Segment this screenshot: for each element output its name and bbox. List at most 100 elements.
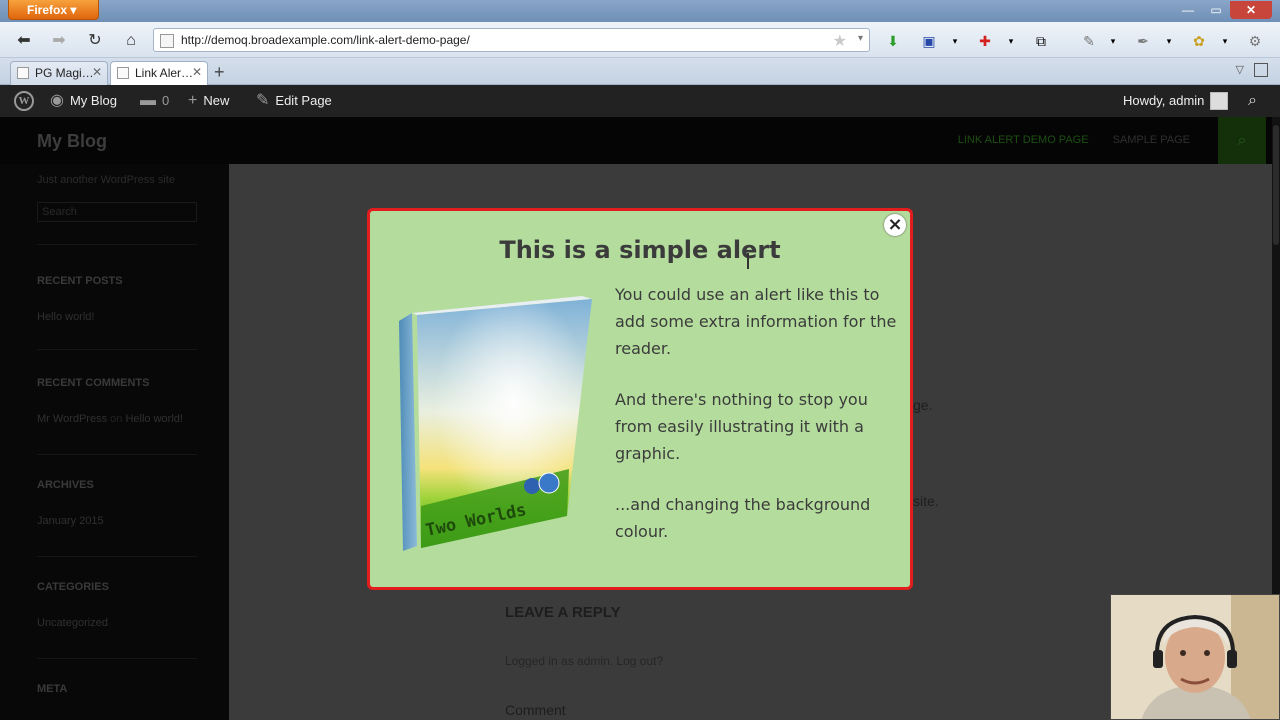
- scrollbar-thumb[interactable]: [1273, 125, 1279, 245]
- text-cursor-icon: [747, 253, 749, 269]
- sidebar: Just another WordPress site Search RECEN…: [0, 164, 229, 720]
- bookmark-star-icon[interactable]: ★: [833, 31, 847, 51]
- category-link[interactable]: Uncategorized: [37, 617, 108, 629]
- widget-divider: [37, 349, 197, 350]
- tab-link-alert[interactable]: Link Aler… ✕: [110, 61, 208, 85]
- tab-favicon-icon: [17, 67, 29, 79]
- screenshot-icon[interactable]: ⧉: [1032, 32, 1050, 50]
- forward-arrow-icon[interactable]: ➡: [48, 30, 70, 52]
- archive-link[interactable]: January 2015: [37, 515, 104, 527]
- tab-label: Link Aler…: [135, 66, 194, 80]
- extension-icon[interactable]: ✿: [1190, 32, 1208, 50]
- wp-admin-bar: W ◉ My Blog ▬ 0 + New ✎ Edit Page Howdy,…: [0, 85, 1280, 117]
- page-favicon-icon: [160, 34, 174, 48]
- list-all-tabs-icon[interactable]: ▽: [1236, 63, 1244, 76]
- adminbar-new[interactable]: + New: [188, 85, 229, 117]
- adminbar-new-label: New: [203, 93, 230, 108]
- sidebar-search-input[interactable]: Search: [37, 202, 197, 222]
- widget-divider: [37, 658, 197, 659]
- settings-gear-icon[interactable]: ⚙: [1246, 32, 1264, 50]
- adminbar-account-menu[interactable]: Howdy, admin: [1123, 85, 1229, 117]
- new-tab-plus-icon[interactable]: +: [214, 62, 225, 82]
- recent-post-link[interactable]: Hello world!: [37, 311, 94, 323]
- modal-paragraph: And there's nothing to stop you from eas…: [615, 390, 868, 463]
- comments-count: 0: [162, 93, 170, 108]
- chevron-down-icon[interactable]: ▾: [1002, 32, 1020, 50]
- adminbar-site-menu[interactable]: ◉ My Blog: [50, 85, 117, 117]
- comment-author-link[interactable]: Mr WordPress: [37, 413, 107, 425]
- widget-title-recent-comments: RECENT COMMENTS: [37, 377, 150, 389]
- content-text-fragment: ge.: [913, 397, 933, 413]
- home-icon[interactable]: ⌂: [120, 30, 142, 52]
- window-titlebar: Firefox ▾ — ▭ ✕: [0, 0, 1280, 22]
- modal-paragraph: ...and changing the background colour.: [615, 495, 871, 541]
- adminbar-edit-page[interactable]: ✎ Edit Page: [256, 85, 332, 117]
- adminbar-edit-label: Edit Page: [275, 93, 332, 108]
- comment-on-text: on: [110, 413, 123, 425]
- site-header: My Blog LINK ALERT DEMO PAGE SAMPLE PAGE…: [0, 117, 1280, 164]
- url-bar[interactable]: http://demoq.broadexample.com/link-alert…: [153, 28, 870, 52]
- site-title[interactable]: My Blog: [37, 131, 107, 152]
- firefox-menu-button[interactable]: Firefox ▾: [8, 0, 99, 20]
- modal-paragraph: You could use an alert like this to add …: [615, 285, 897, 358]
- chevron-down-icon[interactable]: ▾: [1160, 32, 1178, 50]
- firefox-menu-label: Firefox: [27, 3, 68, 17]
- reload-icon[interactable]: ↻: [84, 30, 106, 52]
- modal-title: This is a simple alert: [499, 236, 781, 264]
- widget-title-archives: ARCHIVES: [37, 479, 94, 491]
- widget-title-categories: CATEGORIES: [37, 581, 109, 593]
- adminbar-site-name: My Blog: [69, 93, 117, 108]
- url-history-dropdown-icon[interactable]: ▾: [858, 33, 863, 44]
- wordpress-logo-icon: W: [14, 91, 34, 111]
- comment-post-link[interactable]: Hello world!: [125, 413, 182, 425]
- nav-sample-page[interactable]: SAMPLE PAGE: [1113, 134, 1190, 146]
- close-tab-icon[interactable]: ✕: [92, 65, 102, 79]
- nav-link-alert-demo[interactable]: LINK ALERT DEMO PAGE: [958, 134, 1089, 146]
- maximize-button[interactable]: ▭: [1202, 1, 1230, 19]
- dashboard-icon: ◉: [50, 92, 64, 109]
- webcam-overlay: [1110, 594, 1280, 720]
- tab-label: PG Magi…: [35, 66, 94, 80]
- close-tab-icon[interactable]: ✕: [192, 65, 202, 79]
- minimize-button[interactable]: —: [1174, 1, 1202, 19]
- adminbar-search[interactable]: ⌕: [1248, 85, 1257, 117]
- primary-menu: LINK ALERT DEMO PAGE SAMPLE PAGE: [958, 134, 1190, 146]
- save-icon[interactable]: ▣: [920, 32, 938, 50]
- addon-cross-icon[interactable]: ✚: [976, 32, 994, 50]
- widget-title-recent-posts: RECENT POSTS: [37, 275, 123, 287]
- chevron-down-icon[interactable]: ▾: [946, 32, 964, 50]
- url-text: http://demoq.broadexample.com/link-alert…: [181, 33, 470, 47]
- content-text-fragment: site.: [913, 493, 939, 509]
- alert-modal: × This is a simple alert Two Worlds You …: [367, 208, 913, 590]
- pen-icon[interactable]: ✒: [1134, 32, 1152, 50]
- book-cover-image: Two Worlds: [399, 296, 592, 551]
- wp-logo-menu[interactable]: W: [14, 85, 34, 117]
- site-tagline: Just another WordPress site: [37, 174, 175, 186]
- tab-pg-magic[interactable]: PG Magi… ✕: [10, 61, 108, 85]
- tool-icon[interactable]: ✎: [1080, 32, 1098, 50]
- comment-field-label: Comment: [505, 702, 566, 718]
- leave-reply-heading: LEAVE A REPLY: [505, 604, 621, 621]
- plus-icon: +: [188, 92, 198, 109]
- adminbar-comments[interactable]: ▬ 0: [140, 85, 169, 117]
- download-icon[interactable]: ⬇: [884, 32, 902, 50]
- close-window-button[interactable]: ✕: [1230, 1, 1272, 19]
- search-toggle-icon[interactable]: ⌕: [1218, 117, 1266, 164]
- window-controls: — ▭ ✕: [1174, 1, 1272, 19]
- widget-title-meta: META: [37, 683, 68, 695]
- tab-favicon-icon: [117, 67, 129, 79]
- chevron-down-icon[interactable]: ▾: [1104, 32, 1122, 50]
- modal-body: You could use an alert like this to add …: [615, 281, 900, 569]
- tab-groups-icon[interactable]: [1254, 63, 1268, 77]
- comment-bubble-icon: ▬: [140, 92, 156, 109]
- presenter-webcam-image: [1111, 595, 1279, 719]
- recent-comment-item: Mr WordPress on Hello world!: [37, 413, 183, 425]
- close-modal-button[interactable]: ×: [884, 214, 906, 236]
- back-arrow-icon[interactable]: ⬅: [13, 30, 35, 52]
- chevron-down-icon[interactable]: ▾: [1216, 32, 1234, 50]
- logged-in-text[interactable]: Logged in as admin. Log out?: [505, 654, 663, 668]
- pencil-icon: ✎: [256, 92, 270, 109]
- tab-strip: PG Magi… ✕ Link Aler… ✕ + ▽: [0, 58, 1280, 85]
- navigation-toolbar: ⬅ ➡ ↻ ⌂ http://demoq.broadexample.com/li…: [0, 22, 1280, 58]
- widget-divider: [37, 556, 197, 557]
